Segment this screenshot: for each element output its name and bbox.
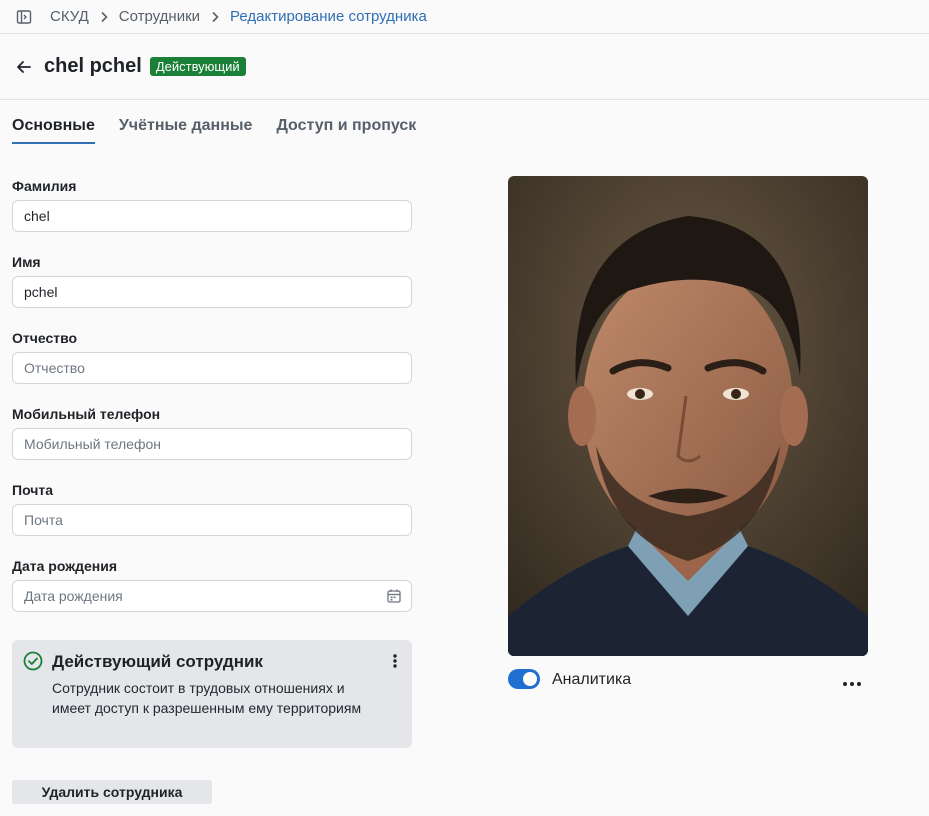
last-name-input[interactable]: [12, 200, 412, 232]
analytics-toggle[interactable]: [508, 669, 540, 689]
phone-input[interactable]: [12, 428, 412, 460]
page-header: chel pchel Действующий: [0, 34, 929, 100]
field-first-name: Имя: [12, 252, 412, 328]
field-email: Почта: [12, 480, 412, 556]
analytics-label: Аналитика: [552, 671, 632, 688]
chevron-right-icon: [210, 11, 220, 23]
check-circle-icon: [23, 651, 43, 671]
last-name-label: Фамилия: [12, 178, 77, 194]
middle-name-input[interactable]: [12, 352, 412, 384]
tab-credentials[interactable]: Учётные данные: [119, 110, 253, 144]
tab-main[interactable]: Основные: [12, 110, 95, 144]
field-phone: Мобильный телефон: [12, 404, 412, 480]
toggle-knob: [523, 672, 537, 686]
status-badge: Действующий: [149, 57, 246, 76]
breadcrumb-item-edit-employee: Редактирование сотрудника: [230, 8, 427, 25]
first-name-label: Имя: [12, 254, 41, 270]
calendar-icon[interactable]: [386, 588, 402, 604]
more-vertical-icon[interactable]: [392, 653, 398, 669]
field-last-name: Фамилия: [12, 176, 412, 252]
sidebar-toggle-icon[interactable]: [16, 9, 32, 25]
employee-status-card: Действующий сотрудник Сотрудник состоит …: [12, 640, 412, 748]
delete-employee-button[interactable]: Удалить сотрудника: [12, 780, 212, 804]
birth-date-wrapper: [12, 580, 412, 612]
field-middle-name: Отчество: [12, 328, 412, 404]
breadcrumb-item-skud[interactable]: СКУД: [50, 8, 89, 25]
phone-label: Мобильный телефон: [12, 406, 161, 422]
breadcrumb: СКУД Сотрудники Редактирование сотрудник…: [0, 0, 929, 34]
email-input[interactable]: [12, 504, 412, 536]
middle-name-label: Отчество: [12, 330, 78, 346]
field-birth-date: Дата рождения: [12, 556, 412, 632]
tab-bar: Основные Учётные данные Доступ и пропуск: [12, 110, 440, 144]
page-title: chel pchel: [44, 55, 142, 77]
breadcrumb-item-employees[interactable]: Сотрудники: [119, 8, 200, 25]
status-card-title: Действующий сотрудник: [52, 652, 263, 671]
chevron-right-icon: [99, 11, 109, 23]
more-horizontal-icon[interactable]: [842, 681, 862, 687]
employee-form: Фамилия Имя Отчество Мобильный телефон П…: [12, 176, 412, 632]
first-name-input[interactable]: [12, 276, 412, 308]
status-card-description: Сотрудник состоит в трудовых отношениях …: [52, 680, 362, 716]
birth-date-input[interactable]: [12, 580, 412, 612]
email-label: Почта: [12, 482, 54, 498]
arrow-left-icon[interactable]: [16, 59, 32, 75]
tab-access-pass[interactable]: Доступ и пропуск: [276, 110, 416, 144]
birth-date-label: Дата рождения: [12, 558, 118, 574]
employee-photo: [508, 176, 868, 656]
